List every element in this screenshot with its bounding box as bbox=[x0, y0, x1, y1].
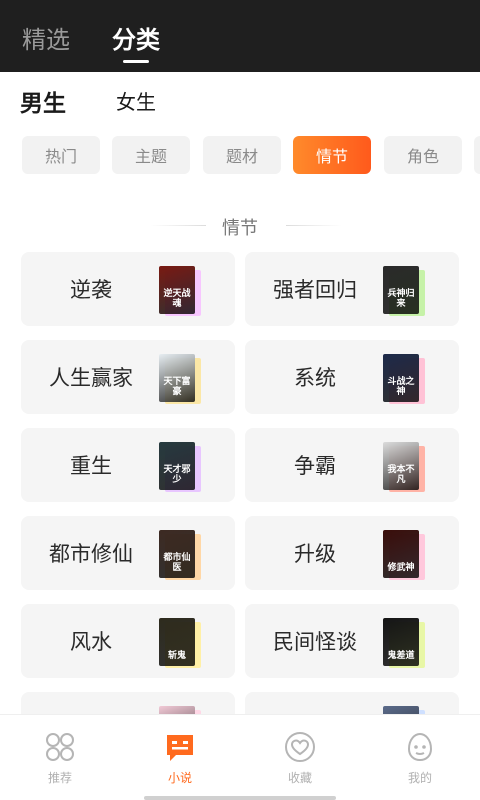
book-cover-stack: 逆天战魂 bbox=[159, 266, 201, 316]
book-cover-stack bbox=[159, 706, 201, 714]
book-cover-title: 天下富豪 bbox=[163, 377, 191, 397]
gender-tab-male[interactable]: 男生 bbox=[20, 84, 66, 118]
home-indicator bbox=[144, 796, 336, 800]
filter-chip-hot[interactable]: 热门 bbox=[22, 136, 100, 174]
category-label: 逆袭 bbox=[70, 278, 112, 302]
category-card[interactable]: 系统 斗战之神 bbox=[245, 340, 459, 414]
nav-novel[interactable]: 小说 bbox=[140, 731, 220, 791]
category-label: 重生 bbox=[70, 454, 112, 478]
book-cover-image: 天才邪少 bbox=[159, 442, 195, 490]
book-cover-stack: 鬼差道 bbox=[383, 618, 425, 668]
category-label: 都市修仙 bbox=[49, 542, 133, 566]
filter-chip-theme[interactable]: 主题 bbox=[112, 136, 190, 174]
divider-line bbox=[286, 225, 342, 226]
book-cover-title: 天才邪少 bbox=[163, 465, 191, 485]
book-cover-image: 斗战之神 bbox=[383, 354, 419, 402]
gender-tab-female[interactable]: 女生 bbox=[116, 86, 156, 115]
category-label: 争霸 bbox=[294, 454, 336, 478]
book-cover-title: 斗战之神 bbox=[387, 377, 415, 397]
category-card[interactable]: 升级修武神 bbox=[245, 516, 459, 590]
category-label: 民间怪谈 bbox=[273, 630, 357, 654]
nav-label: 我的 bbox=[407, 771, 432, 785]
category-card[interactable]: 重生 天才邪少 bbox=[21, 428, 235, 502]
book-cover-title: 都市仙医 bbox=[163, 553, 191, 573]
book-cover-stack: 斩鬼 bbox=[159, 618, 201, 668]
heart-icon bbox=[285, 732, 315, 762]
book-cover-image: 鬼差道 bbox=[383, 618, 419, 666]
filter-chip-row: 热门 主题 题材 情节 角色 bbox=[0, 136, 480, 176]
top-bar: 精选 分类 bbox=[0, 0, 480, 72]
book-cover-title: 我本不凡 bbox=[387, 465, 415, 485]
category-label: 强者回归 bbox=[273, 278, 357, 302]
book-cover-stack bbox=[383, 706, 425, 714]
category-label: 风水 bbox=[70, 630, 112, 654]
category-grid: 逆袭 逆天战魂 强者回归 兵神归来人生赢家 天下富豪 系统 斗战之神重生 天才邪少 争霸 我本不凡… bbox=[0, 252, 480, 714]
active-tab-indicator bbox=[123, 60, 149, 63]
category-label: 升级 bbox=[294, 542, 336, 566]
nav-favorites[interactable]: 收藏 bbox=[260, 731, 340, 791]
section-title: 情节 bbox=[222, 218, 258, 239]
nav-label: 收藏 bbox=[287, 771, 312, 785]
book-cover-stack: 斗战之神 bbox=[383, 354, 425, 404]
book-cover-image: 都市仙医 bbox=[159, 530, 195, 578]
filter-chip-plot[interactable]: 情节 bbox=[293, 136, 371, 174]
book-cover-image: 兵神归来 bbox=[383, 266, 419, 314]
app-root: 精选 分类 男生 女生 热门 主题 题材 情节 角色 情节 逆袭 逆天战魂 强者回归… bbox=[0, 0, 480, 800]
category-card[interactable] bbox=[21, 692, 235, 714]
filter-chip-role[interactable]: 角色 bbox=[384, 136, 462, 174]
category-card[interactable]: 逆袭 逆天战魂 bbox=[21, 252, 235, 326]
book-cover-image bbox=[383, 706, 419, 714]
category-card[interactable]: 强者回归 兵神归来 bbox=[245, 252, 459, 326]
category-card[interactable]: 争霸 我本不凡 bbox=[245, 428, 459, 502]
tab-featured[interactable]: 精选 bbox=[22, 20, 70, 55]
book-cover-title: 修武神 bbox=[387, 563, 415, 573]
profile-icon bbox=[407, 732, 433, 762]
filter-chip-subject[interactable]: 题材 bbox=[203, 136, 281, 174]
book-cover-image: 天下富豪 bbox=[159, 354, 195, 402]
nav-label: 推荐 bbox=[47, 771, 72, 785]
book-cover-image: 逆天战魂 bbox=[159, 266, 195, 314]
book-chat-icon bbox=[167, 735, 193, 761]
category-card[interactable] bbox=[245, 692, 459, 714]
category-label: 人生赢家 bbox=[49, 366, 133, 390]
book-cover-title: 斩鬼 bbox=[167, 651, 186, 661]
bottom-navigation: 推荐 小说 收藏 我的 bbox=[0, 714, 480, 800]
grid-icon bbox=[46, 733, 74, 761]
section-header: 情节 bbox=[0, 212, 480, 240]
nav-profile[interactable]: 我的 bbox=[380, 731, 460, 791]
category-card[interactable]: 风水斩鬼 bbox=[21, 604, 235, 678]
book-cover-image: 斩鬼 bbox=[159, 618, 195, 666]
book-cover-stack: 都市仙医 bbox=[159, 530, 201, 580]
category-label bbox=[245, 692, 385, 714]
book-cover-image: 我本不凡 bbox=[383, 442, 419, 490]
tab-categories[interactable]: 分类 bbox=[112, 20, 160, 55]
book-cover-stack: 修武神 bbox=[383, 530, 425, 580]
book-cover-title: 逆天战魂 bbox=[163, 289, 191, 309]
book-cover-stack: 我本不凡 bbox=[383, 442, 425, 492]
book-cover-stack: 兵神归来 bbox=[383, 266, 425, 316]
nav-recommend[interactable]: 推荐 bbox=[20, 731, 100, 791]
category-card[interactable]: 民间怪谈鬼差道 bbox=[245, 604, 459, 678]
category-label bbox=[21, 692, 161, 714]
category-card[interactable]: 都市修仙 都市仙医 bbox=[21, 516, 235, 590]
nav-label: 小说 bbox=[167, 771, 192, 785]
book-cover-image bbox=[159, 706, 195, 714]
book-cover-title: 兵神归来 bbox=[387, 289, 415, 309]
category-label: 系统 bbox=[294, 366, 336, 390]
book-cover-stack: 天下富豪 bbox=[159, 354, 201, 404]
book-cover-image: 修武神 bbox=[383, 530, 419, 578]
book-cover-title: 鬼差道 bbox=[387, 651, 415, 661]
category-card[interactable]: 人生赢家 天下富豪 bbox=[21, 340, 235, 414]
filter-chip-more[interactable] bbox=[474, 136, 480, 174]
book-cover-stack: 天才邪少 bbox=[159, 442, 201, 492]
